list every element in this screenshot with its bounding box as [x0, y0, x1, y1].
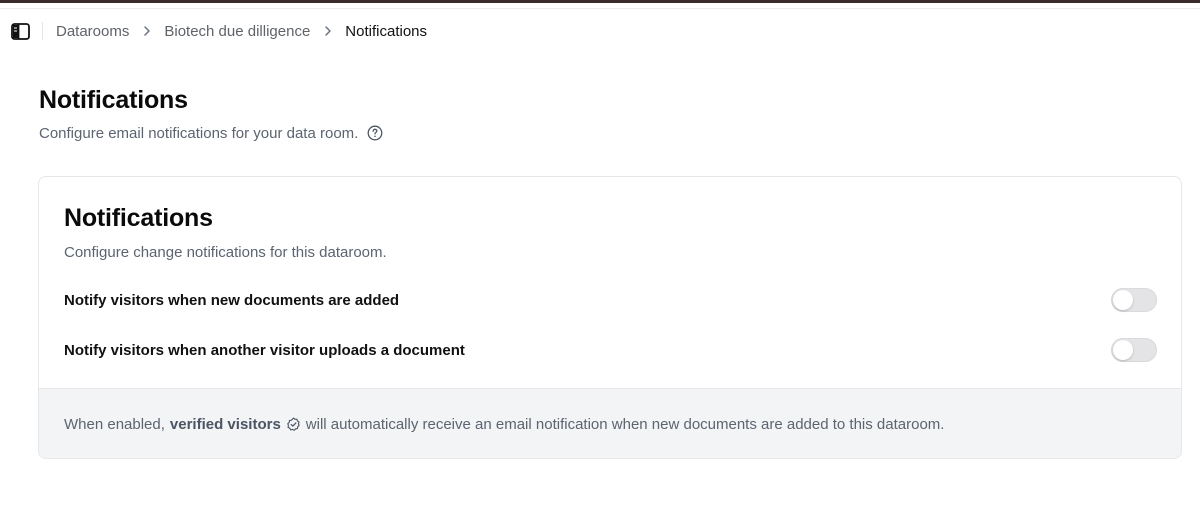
card-title: Notifications: [64, 204, 213, 232]
toggle-knob: [1113, 340, 1133, 360]
footer-verified-visitors: verified visitors: [169, 416, 281, 433]
card-description: Configure change notifications for this …: [64, 244, 387, 261]
notifications-card: Notifications Configure change notificat…: [38, 176, 1182, 459]
breadcrumb-current: Notifications: [345, 22, 427, 40]
breadcrumb: Datarooms Biotech due dilligence Notific…: [56, 14, 427, 48]
setting-row-new-documents: Notify visitors when new documents are a…: [64, 287, 1157, 313]
toolbar-separator: [42, 22, 43, 40]
page-subtitle-text: Configure email notifications for your d…: [39, 124, 359, 142]
breadcrumb-datarooms[interactable]: Datarooms: [56, 23, 129, 40]
setting-label: Notify visitors when another visitor upl…: [64, 341, 465, 359]
page-subtitle: Configure email notifications for your d…: [39, 123, 383, 143]
chevron-right-icon: [129, 25, 164, 37]
check-circle-icon: [286, 417, 301, 432]
footer-suffix: will automatically receive an email noti…: [305, 416, 945, 433]
breadcrumb-bar: Datarooms Biotech due dilligence Notific…: [0, 14, 1200, 48]
breadcrumb-dataroom[interactable]: Biotech due dilligence: [164, 23, 310, 40]
card-footer-note: When enabled, verified visitors will aut…: [39, 388, 1181, 458]
question-circle-icon[interactable]: [367, 125, 383, 141]
setting-row-visitor-uploads: Notify visitors when another visitor upl…: [64, 337, 1157, 363]
chevron-right-icon: [310, 25, 345, 37]
notify-visitor-uploads-toggle[interactable]: [1111, 338, 1157, 362]
setting-label: Notify visitors when new documents are a…: [64, 291, 400, 309]
sidebar-toggle-icon[interactable]: [10, 22, 30, 40]
window-top-strip: [0, 0, 1200, 3]
toggle-knob: [1113, 290, 1133, 310]
page-title: Notifications: [39, 86, 188, 114]
top-divider: [0, 8, 1200, 9]
footer-prefix: When enabled,: [64, 416, 165, 433]
notify-new-documents-toggle[interactable]: [1111, 288, 1157, 312]
